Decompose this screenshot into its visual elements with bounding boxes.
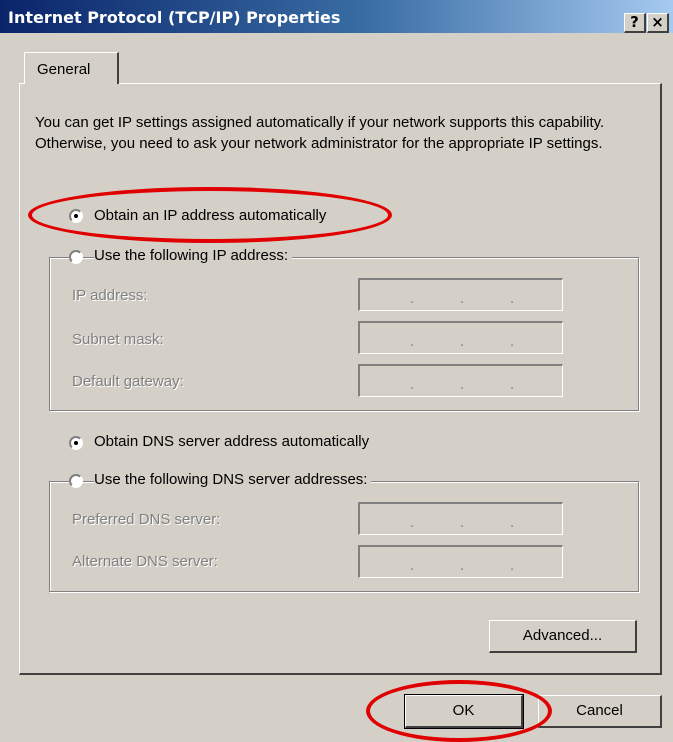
use-following-dns-label[interactable]: Use the following DNS server addresses: xyxy=(94,471,372,488)
alternate-dns-label: Alternate DNS server: xyxy=(72,553,218,570)
help-button[interactable]: ? xyxy=(624,13,646,33)
cancel-button[interactable]: Cancel xyxy=(538,695,662,728)
obtain-ip-auto-label[interactable]: Obtain an IP address automatically xyxy=(94,207,331,224)
description-text: You can get IP settings assigned automat… xyxy=(35,114,605,152)
tcpip-properties-dialog: Internet Protocol (TCP/IP) Properties ? … xyxy=(0,0,673,742)
use-following-dns-radio[interactable] xyxy=(69,474,83,488)
preferred-dns-label: Preferred DNS server: xyxy=(72,511,221,528)
tab-general[interactable]: General xyxy=(24,52,119,84)
ok-button[interactable]: OK xyxy=(404,694,524,729)
alternate-dns-input[interactable]: ... xyxy=(358,545,563,578)
use-following-ip-label[interactable]: Use the following IP address: xyxy=(94,247,292,264)
obtain-dns-auto-label[interactable]: Obtain DNS server address automatically xyxy=(94,433,374,450)
window-title: Internet Protocol (TCP/IP) Properties xyxy=(8,8,341,27)
use-following-ip-radio[interactable] xyxy=(69,250,83,264)
preferred-dns-input[interactable]: ... xyxy=(358,502,563,535)
tab-general-label: General xyxy=(37,61,91,78)
ip-address-input[interactable]: ... xyxy=(358,278,563,311)
obtain-ip-auto-radio[interactable] xyxy=(69,209,83,223)
close-button[interactable]: × xyxy=(647,13,669,33)
subnet-mask-label: Subnet mask: xyxy=(72,331,164,348)
default-gateway-input[interactable]: ... xyxy=(358,364,563,397)
subnet-mask-input[interactable]: ... xyxy=(358,321,563,354)
obtain-dns-auto-radio[interactable] xyxy=(69,436,83,450)
ip-address-label: IP address: xyxy=(72,287,148,304)
default-gateway-label: Default gateway: xyxy=(72,373,184,390)
title-bar[interactable]: Internet Protocol (TCP/IP) Properties ? … xyxy=(0,0,673,33)
advanced-button[interactable]: Advanced... xyxy=(489,620,637,653)
